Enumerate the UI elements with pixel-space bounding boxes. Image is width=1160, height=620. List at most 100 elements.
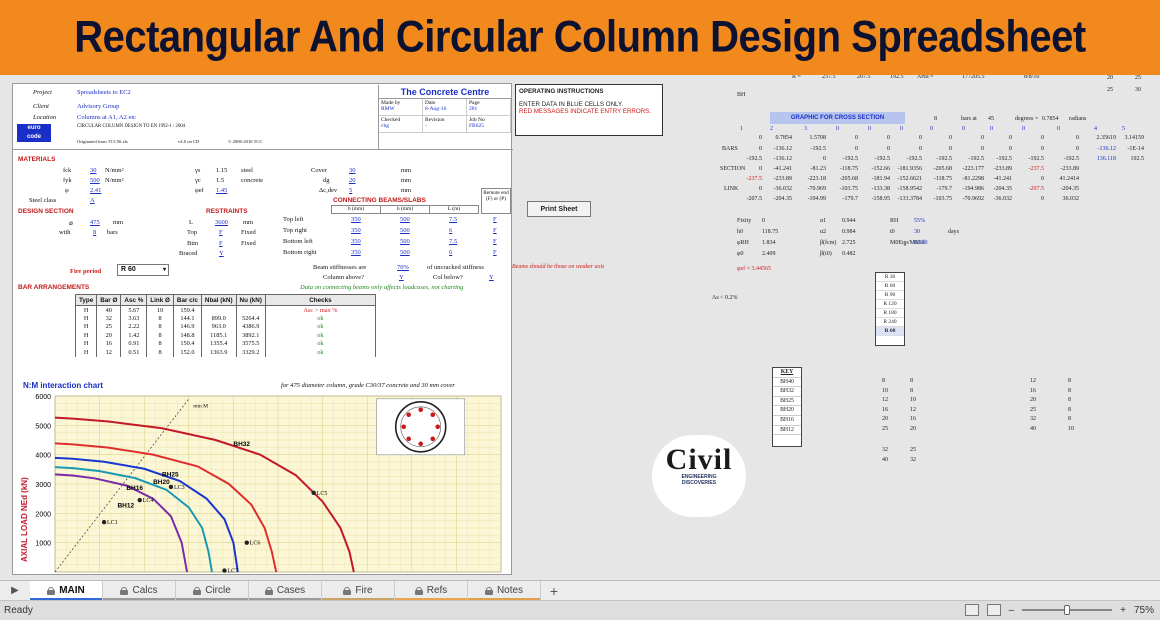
col-above-value[interactable]: Y bbox=[399, 274, 404, 281]
beam-cell[interactable]: 7.5 bbox=[449, 216, 457, 223]
version-text: v4.0 on CD bbox=[178, 139, 200, 144]
job-value[interactable]: FB625 bbox=[469, 123, 484, 129]
beam-cell[interactable]: 500 bbox=[400, 216, 410, 223]
tab-notes[interactable]: Notes bbox=[468, 581, 541, 600]
beam-data-note: Data on connecting beams only affects lo… bbox=[300, 284, 464, 291]
series-label: BH32 bbox=[233, 441, 250, 448]
beam-remote-end[interactable]: F bbox=[493, 216, 497, 223]
calc-cell: 8 bbox=[1068, 406, 1071, 413]
calc-cell: -103.75 bbox=[839, 186, 859, 192]
beam-cell[interactable]: 350 bbox=[351, 238, 361, 245]
y-tick-label: 1000 bbox=[35, 541, 51, 548]
braced-value[interactable]: Y bbox=[219, 250, 224, 257]
calc-cell: 20 bbox=[1030, 397, 1036, 403]
fire-period-select[interactable]: R 60 ▾ bbox=[117, 264, 169, 276]
tab-cases[interactable]: Cases bbox=[249, 581, 322, 600]
calc-cell: 1.5708 bbox=[809, 135, 827, 141]
dl-value[interactable]: 5 bbox=[349, 187, 352, 194]
tab-circle[interactable]: Circle bbox=[176, 581, 249, 600]
beam-cell[interactable]: 350 bbox=[351, 227, 361, 234]
beam-cell[interactable]: 500 bbox=[400, 249, 410, 256]
normal-view-icon[interactable] bbox=[964, 604, 979, 616]
calc-cell: -103.75 bbox=[933, 196, 953, 202]
calc-cell: 20 bbox=[882, 416, 888, 422]
checked-value[interactable]: chg bbox=[381, 123, 389, 129]
stiffness-value[interactable]: 70% bbox=[397, 264, 409, 271]
calc-cell: -192.5 bbox=[874, 156, 891, 162]
tab-main[interactable]: MAIN bbox=[30, 581, 103, 600]
beam-cell[interactable]: 6 bbox=[449, 227, 452, 234]
bar-cell: H bbox=[74, 314, 98, 323]
date-value[interactable]: 8-Aug-16 bbox=[425, 106, 446, 112]
beam-cell[interactable]: 7.5 bbox=[449, 238, 457, 245]
dia-value[interactable]: 475 bbox=[90, 219, 100, 226]
beams-header-row: b (mm) h (mm) L (m) bbox=[331, 205, 479, 214]
bars-value[interactable]: 8 bbox=[93, 229, 96, 236]
fire-list-item: R 30 bbox=[876, 273, 904, 282]
add-sheet-icon[interactable]: + bbox=[541, 581, 567, 600]
zoom-slider-knob[interactable] bbox=[1064, 605, 1071, 615]
load-case-point bbox=[101, 519, 107, 525]
zoom-slider[interactable] bbox=[1022, 605, 1113, 615]
fire-list-item: R 240 bbox=[876, 318, 904, 327]
beam-row-label: Top right bbox=[283, 227, 307, 234]
print-sheet-button[interactable]: Print Sheet bbox=[527, 201, 591, 217]
revision-value[interactable]: - bbox=[425, 123, 427, 129]
calc-cell: 192.5 bbox=[1130, 156, 1145, 162]
calc-cell: 0 bbox=[762, 218, 765, 224]
interaction-chart: 6000 5000 4000 3000 2000 1000 AXIAL LOAD NEd (… bbox=[20, 394, 502, 575]
beam-cell[interactable]: 500 bbox=[400, 227, 410, 234]
calc-cell: -70.969 bbox=[807, 186, 827, 192]
dia-label: ⌀ bbox=[69, 220, 73, 227]
phi-value[interactable]: 2.41 bbox=[90, 187, 101, 194]
beam-cell[interactable]: 350 bbox=[351, 216, 361, 223]
min-m-label: min M bbox=[193, 404, 208, 410]
bar-col-header: Asc % bbox=[120, 294, 148, 306]
calc-cell: 25 bbox=[1135, 75, 1141, 81]
worksheet[interactable]: Project Spreadsheets to EC2 Client Advis… bbox=[0, 75, 1160, 580]
page-layout-icon[interactable] bbox=[986, 604, 1001, 616]
calc-cell: 207.5 bbox=[857, 75, 871, 80]
made-by-value[interactable]: RMW bbox=[381, 106, 395, 112]
bar-cell: 20 bbox=[96, 331, 122, 340]
fyk-value[interactable]: 500 bbox=[90, 177, 100, 184]
length-value[interactable]: 3600 bbox=[215, 219, 228, 226]
beam-remote-end[interactable]: F bbox=[493, 238, 497, 245]
beam-remote-end[interactable]: F bbox=[493, 227, 497, 234]
tab-scroll-icon[interactable]: ▶ bbox=[0, 581, 30, 600]
zoom-in-icon[interactable]: + bbox=[1120, 605, 1126, 616]
tab-refs[interactable]: Refs bbox=[395, 581, 468, 600]
location-value[interactable]: Columns at A1, A2 etc bbox=[77, 114, 136, 121]
page-value[interactable]: 281 bbox=[469, 106, 477, 112]
gcf-value[interactable]: 1.45 bbox=[216, 187, 227, 194]
cover-value[interactable]: 30 bbox=[349, 167, 356, 174]
tab-fire[interactable]: Fire bbox=[322, 581, 395, 600]
fck-value[interactable]: 30 bbox=[90, 167, 97, 174]
dg-value[interactable]: 20 bbox=[349, 177, 356, 184]
calc-cell: -205.68 bbox=[839, 176, 859, 182]
calc-cell: 0 bbox=[990, 126, 993, 132]
beam-remote-end[interactable]: F bbox=[493, 249, 497, 256]
y-tick-label: 2000 bbox=[35, 511, 51, 518]
beam-cell[interactable]: 6 bbox=[449, 249, 452, 256]
bar-cell: ok bbox=[264, 339, 376, 348]
beam-cell[interactable]: 500 bbox=[400, 238, 410, 245]
bar-cell: 152.0 bbox=[172, 348, 202, 357]
remote-end-sub: (F) or (P) bbox=[485, 196, 506, 202]
project-value[interactable]: Spreadsheets to EC2 bbox=[77, 89, 131, 96]
top-value[interactable]: F bbox=[219, 229, 223, 236]
btm-value[interactable]: F bbox=[219, 240, 223, 247]
bar-col-header: Checks bbox=[264, 294, 376, 306]
beams-col-b: b (mm) bbox=[332, 206, 381, 213]
fire-list-item: R 180 bbox=[876, 309, 904, 318]
steel-class-value[interactable]: A bbox=[90, 197, 95, 204]
lock-icon bbox=[47, 586, 56, 595]
bar-cell: 899.0 bbox=[200, 314, 237, 323]
calc-cell: 2 bbox=[770, 126, 773, 132]
client-value[interactable]: Advisory Group bbox=[77, 103, 119, 110]
calc-cell: 25 bbox=[882, 425, 888, 432]
tab-calcs[interactable]: Calcs bbox=[103, 581, 176, 600]
beam-cell[interactable]: 350 bbox=[351, 249, 361, 256]
col-below-value[interactable]: Y bbox=[489, 274, 494, 281]
zoom-out-icon[interactable]: – bbox=[1009, 605, 1015, 616]
